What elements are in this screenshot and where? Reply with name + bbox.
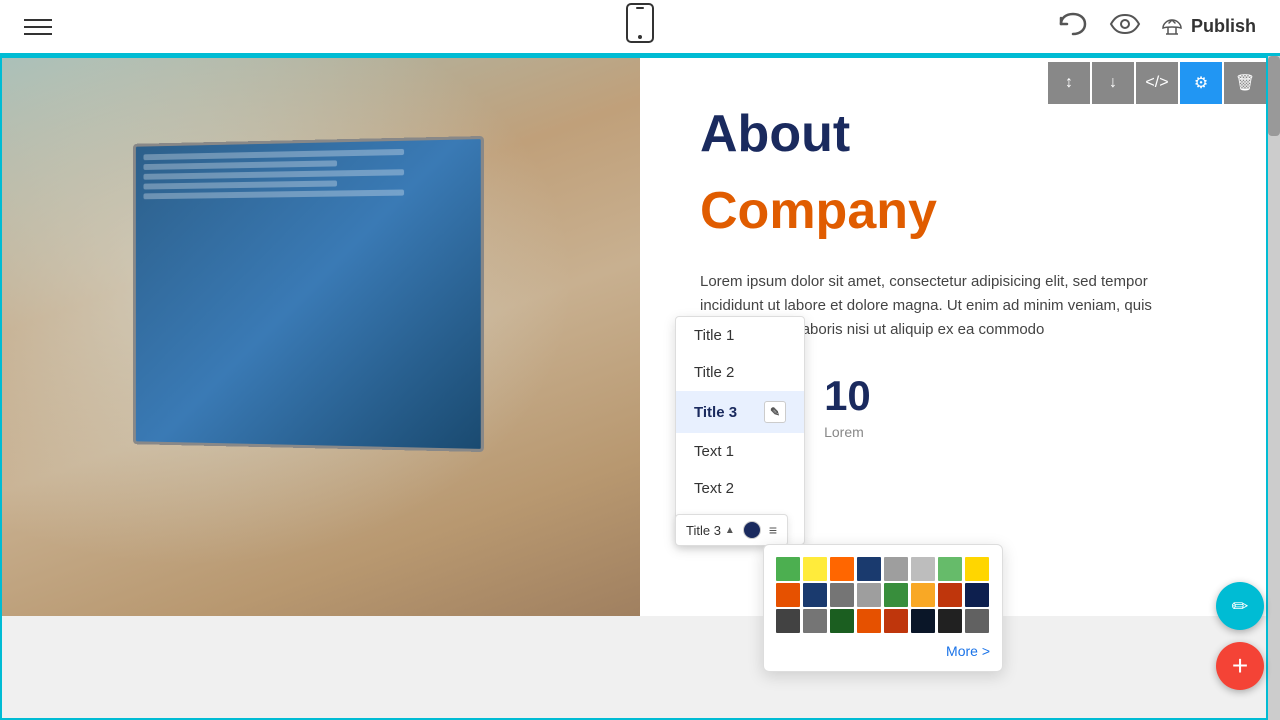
color-swatch[interactable] xyxy=(803,609,827,633)
style-bar: Title 3 ▲ ≡ xyxy=(675,514,788,546)
hero-image xyxy=(0,56,640,616)
laptop-screen xyxy=(133,136,484,452)
topbar-right: Publish xyxy=(1057,11,1256,43)
phone-icon[interactable] xyxy=(626,3,654,50)
scrollbar-thumb[interactable] xyxy=(1268,56,1280,136)
color-swatch[interactable] xyxy=(911,557,935,581)
style-item-title1[interactable]: Title 1 xyxy=(676,317,804,354)
style-item-title3[interactable]: Title 3 ✎ xyxy=(676,391,804,433)
color-swatch[interactable] xyxy=(965,557,989,581)
hamburger-menu[interactable] xyxy=(24,19,52,35)
color-swatch[interactable] xyxy=(776,557,800,581)
color-swatch[interactable] xyxy=(803,583,827,607)
color-grid xyxy=(776,557,990,633)
move-up-down-button[interactable]: ↕ xyxy=(1048,62,1090,104)
more-colors-link[interactable]: More > xyxy=(776,643,990,659)
company-title: Company xyxy=(700,183,1220,240)
scrollbar[interactable] xyxy=(1268,56,1280,720)
color-swatch[interactable] xyxy=(884,609,908,633)
topbar-left xyxy=(24,19,52,35)
publish-button[interactable]: Publish xyxy=(1161,16,1256,37)
color-swatch[interactable] xyxy=(857,557,881,581)
color-picker: More > xyxy=(763,544,1003,672)
color-swatch[interactable] xyxy=(965,609,989,633)
color-swatch[interactable] xyxy=(857,583,881,607)
screen-line xyxy=(143,189,404,199)
edit-pen-icon[interactable]: ✎ xyxy=(764,401,786,423)
style-item-title2[interactable]: Title 2 xyxy=(676,354,804,391)
color-swatch[interactable] xyxy=(884,557,908,581)
screen-line xyxy=(143,169,404,180)
topbar-center xyxy=(626,3,654,50)
screen-content xyxy=(136,139,481,449)
screen-line xyxy=(143,149,404,160)
color-swatch[interactable] xyxy=(965,583,989,607)
style-bar-label[interactable]: Title 3 ▲ xyxy=(686,523,735,538)
page-section: About Company Lorem ipsum dolor sit amet… xyxy=(0,56,1280,616)
preview-icon[interactable] xyxy=(1109,13,1141,41)
color-swatch[interactable] xyxy=(776,583,800,607)
color-swatch[interactable] xyxy=(938,557,962,581)
delete-button[interactable]: 🗑 xyxy=(1224,62,1266,104)
canvas: About Company Lorem ipsum dolor sit amet… xyxy=(0,56,1280,720)
color-swatch[interactable] xyxy=(830,583,854,607)
laptop-area xyxy=(0,56,640,616)
screen-lines xyxy=(136,139,481,211)
stat-label-2: Lorem xyxy=(824,424,871,440)
chevron-up-icon: ▲ xyxy=(725,525,735,536)
style-dropdown: Title 1 Title 2 Title 3 ✎ Text 1 Text 2 … xyxy=(675,316,805,545)
color-swatch[interactable] xyxy=(938,609,962,633)
canvas-inner: About Company Lorem ipsum dolor sit amet… xyxy=(0,56,1280,720)
fab-edit-button[interactable]: ✏ xyxy=(1216,582,1264,630)
color-swatch[interactable] xyxy=(884,583,908,607)
color-swatch[interactable] xyxy=(830,557,854,581)
fab-add-button[interactable]: + xyxy=(1216,642,1264,690)
color-swatch[interactable] xyxy=(803,557,827,581)
code-button[interactable]: </> xyxy=(1136,62,1178,104)
color-swatch[interactable] xyxy=(776,609,800,633)
align-icon[interactable]: ≡ xyxy=(769,522,777,538)
download-button[interactable]: ↓ xyxy=(1092,62,1134,104)
settings-button[interactable]: ⚙ xyxy=(1180,62,1222,104)
undo-icon[interactable] xyxy=(1057,11,1089,43)
color-swatch[interactable] xyxy=(911,609,935,633)
color-circle[interactable] xyxy=(743,521,761,539)
about-title: About xyxy=(700,106,1220,163)
stat-number-2: 10 xyxy=(824,372,871,420)
screen-line xyxy=(143,160,337,170)
screen-line xyxy=(143,180,337,189)
element-toolbar: ↕ ↓ </> ⚙ 🗑 xyxy=(1048,62,1266,104)
style-item-text2[interactable]: Text 2 xyxy=(676,470,804,507)
topbar: Publish xyxy=(0,0,1280,56)
color-swatch[interactable] xyxy=(857,609,881,633)
style-item-text1[interactable]: Text 1 xyxy=(676,433,804,470)
color-swatch[interactable] xyxy=(830,609,854,633)
color-swatch[interactable] xyxy=(911,583,935,607)
color-swatch[interactable] xyxy=(938,583,962,607)
stat-item-2: 10 Lorem xyxy=(824,372,871,440)
